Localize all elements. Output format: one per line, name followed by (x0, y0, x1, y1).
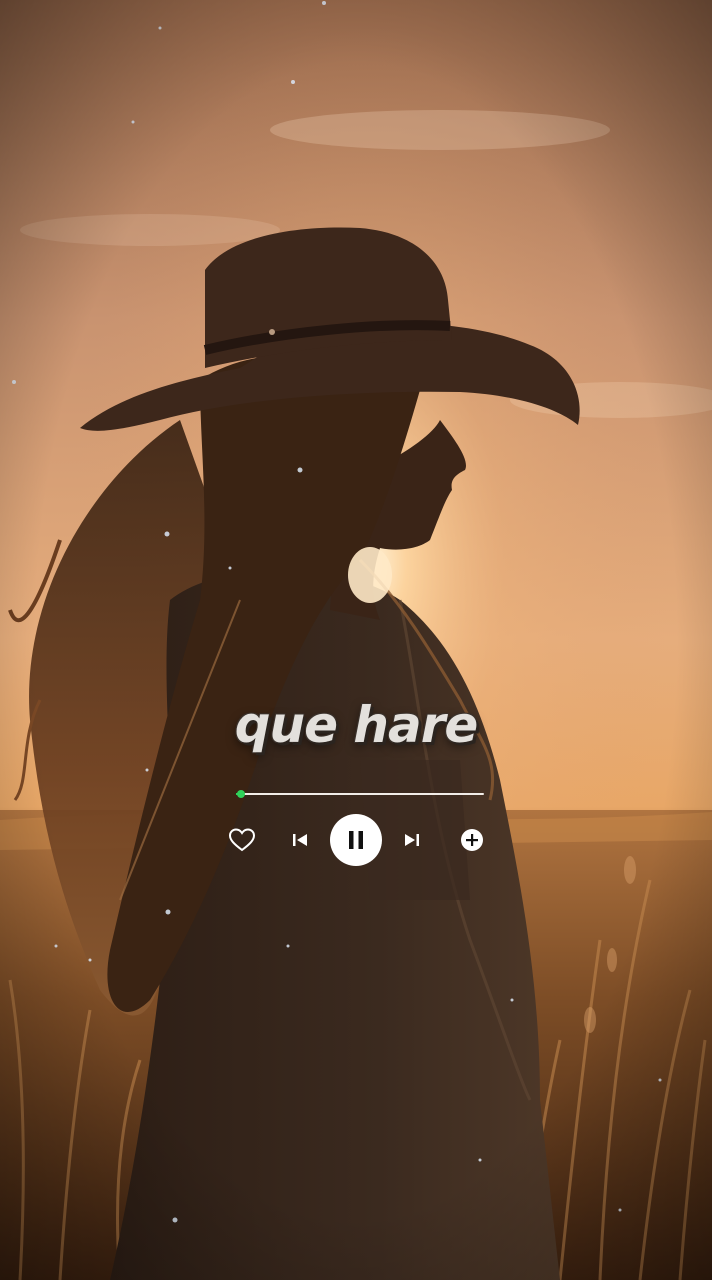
progress-bar[interactable] (236, 790, 484, 798)
plus-circle-icon (461, 829, 483, 851)
video-frame: que hare (0, 0, 712, 1280)
playback-controls (0, 812, 712, 868)
skip-previous-icon (293, 834, 307, 846)
heart-outline-icon (228, 828, 256, 852)
add-to-library-button[interactable] (461, 829, 483, 851)
song-title: que hare (234, 696, 479, 754)
background-photo (0, 0, 712, 1280)
pause-icon (330, 814, 382, 866)
progress-handle[interactable] (236, 790, 245, 798)
like-button[interactable] (228, 827, 256, 853)
pause-button[interactable] (330, 814, 382, 866)
next-button[interactable] (402, 830, 422, 850)
previous-button[interactable] (290, 830, 310, 850)
skip-next-icon (405, 834, 419, 846)
